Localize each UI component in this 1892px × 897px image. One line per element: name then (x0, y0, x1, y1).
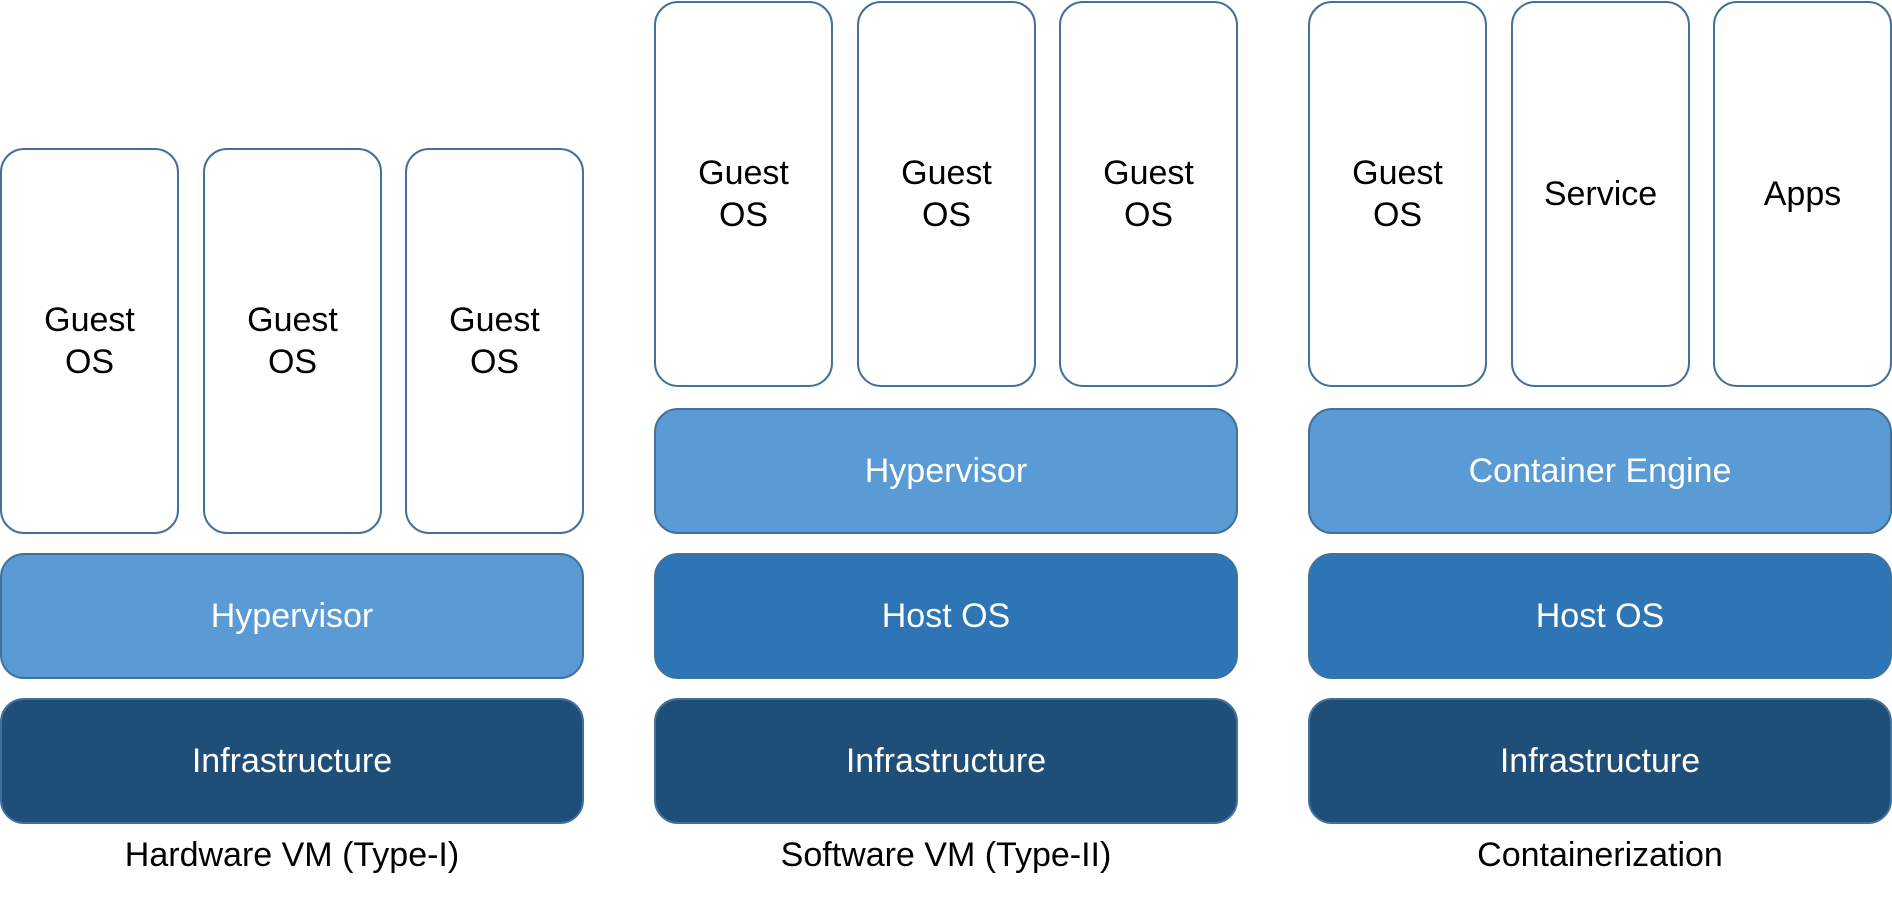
hypervisor-layer: Hypervisor (654, 408, 1238, 534)
hypervisor-layer: Hypervisor (0, 553, 584, 679)
guest-os-box: Guest OS (857, 1, 1036, 387)
service-box: Service (1511, 1, 1690, 387)
container-engine-layer: Container Engine (1308, 408, 1892, 534)
guest-os-box: Guest OS (654, 1, 833, 387)
infrastructure-layer: Infrastructure (654, 698, 1238, 824)
host-os-layer: Host OS (1308, 553, 1892, 679)
guest-os-box: Guest OS (1308, 1, 1487, 387)
infrastructure-layer: Infrastructure (0, 698, 584, 824)
hardware-vm-caption: Hardware VM (Type-I) (124, 836, 460, 874)
containerization-caption: Containerization (1477, 836, 1723, 874)
apps-box: Apps (1713, 1, 1892, 387)
host-os-layer: Host OS (654, 553, 1238, 679)
guest-os-box: Guest OS (405, 148, 584, 534)
guest-os-box: Guest OS (0, 148, 179, 534)
guest-os-box: Guest OS (1059, 1, 1238, 387)
guest-os-box: Guest OS (203, 148, 382, 534)
software-vm-caption: Software VM (Type-II) (780, 836, 1112, 874)
infrastructure-layer: Infrastructure (1308, 698, 1892, 824)
